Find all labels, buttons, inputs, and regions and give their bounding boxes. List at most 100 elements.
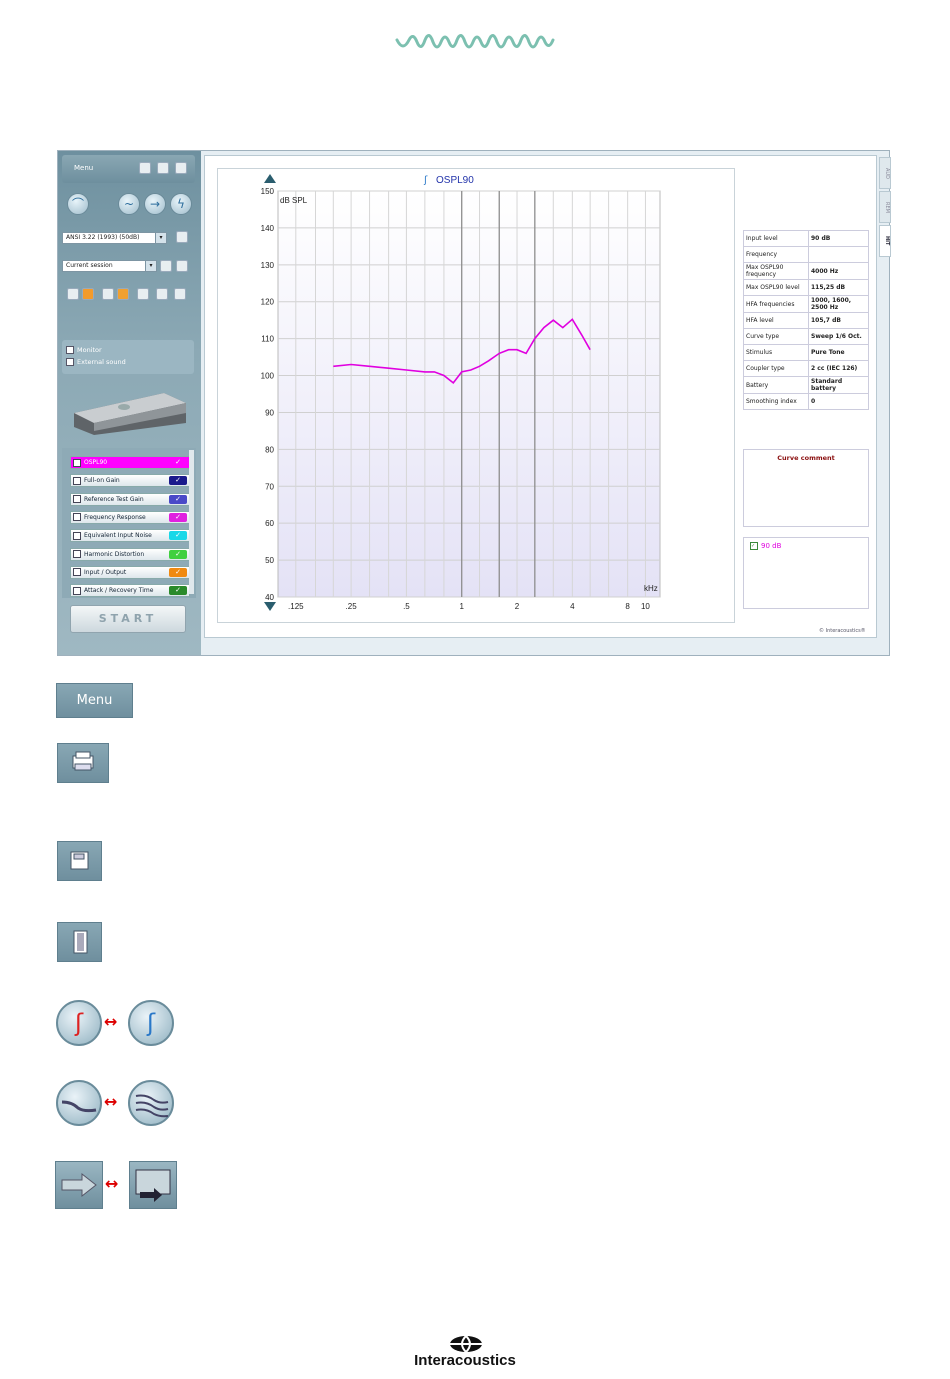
y-tick-label: 40	[265, 593, 274, 602]
lightning-icon[interactable]: ϟ	[170, 193, 192, 215]
measurement-label: Input / Output	[84, 568, 127, 576]
x-tick-label: 2	[515, 602, 520, 611]
menu-label[interactable]: Menu	[74, 164, 93, 172]
measurement-color-swatch: ✓	[169, 531, 187, 541]
info-key: HFA level	[743, 312, 809, 329]
measurement-checkbox[interactable]	[73, 550, 81, 558]
info-row: Coupler type 2 cc (IEC 126)	[743, 360, 869, 377]
grid-icon[interactable]	[174, 288, 186, 300]
info-row: Stimulus Pure Tone	[743, 344, 869, 361]
menu-button-icon: Menu	[56, 683, 133, 718]
view-icon-3[interactable]	[102, 288, 114, 300]
measurement-item[interactable]: Full-on Gain ✓	[70, 474, 190, 488]
print-icon[interactable]	[139, 162, 151, 174]
measurement-checkbox[interactable]	[73, 495, 81, 504]
measurement-checkbox[interactable]	[73, 531, 81, 540]
measurement-list: OSPL90 ✓ Full-on Gain ✓ Reference Test Gain ✓…	[62, 448, 196, 598]
x-tick-label: 8	[625, 602, 630, 611]
measurement-item[interactable]: Equivalent Input Noise ✓	[70, 529, 190, 543]
info-row: HFA level 105,7 dB	[743, 312, 869, 329]
tab-rem[interactable]: REM	[879, 191, 891, 223]
info-row: Smoothing index 0	[743, 393, 869, 410]
switch-arrow-icon: ↔	[104, 1012, 118, 1031]
measurement-checkbox[interactable]	[73, 586, 81, 595]
info-value: Sweep 1/6 Oct.	[808, 328, 869, 345]
session-add-icon[interactable]	[160, 260, 172, 272]
monitor-box: Monitor External sound	[62, 340, 194, 374]
scroll-down-icon	[264, 602, 276, 611]
y-tick-label: 130	[261, 261, 275, 270]
start-button[interactable]: START	[70, 605, 186, 633]
save-icon[interactable]	[157, 162, 169, 174]
protocol-select[interactable]: ANSI 3.22 (1993) (50dB) ▾	[62, 232, 167, 244]
measurement-checkbox[interactable]	[73, 458, 81, 467]
measurement-item[interactable]: Input / Output ✓	[70, 565, 190, 579]
legend-entry[interactable]: ✓ 90 dB	[750, 542, 868, 550]
measurement-label: Full-on Gain	[84, 477, 120, 485]
view-icon-6[interactable]	[156, 288, 168, 300]
save-icon	[57, 841, 102, 881]
measurement-item[interactable]: Harmonic Distortion ✓	[70, 547, 190, 561]
info-key: Max OSPL90 frequency	[743, 262, 809, 280]
x-tick-label: .5	[403, 602, 410, 611]
y-tick-label: 100	[261, 372, 275, 381]
y-tick-label: 70	[265, 482, 274, 491]
info-key: Curve type	[743, 328, 809, 345]
print-icon	[57, 743, 109, 783]
measurement-item[interactable]: Frequency Response ✓	[70, 510, 190, 524]
copyright-text: © Interacoustics®	[819, 628, 866, 634]
exit-icon[interactable]	[175, 162, 187, 174]
measurement-item[interactable]: OSPL90 ✓	[70, 456, 190, 469]
single-curve-icon	[56, 1080, 102, 1126]
settings-icon[interactable]	[176, 231, 188, 243]
curve-comment-label: Curve comment	[777, 454, 835, 462]
measurement-checkbox[interactable]	[73, 513, 81, 522]
y-axis-label: dB SPL	[280, 196, 308, 205]
multi-curve-icon	[128, 1080, 174, 1126]
monitor-checkbox[interactable]: Monitor	[66, 346, 102, 354]
measurement-item[interactable]: Attack / Recovery Time ✓	[70, 584, 190, 598]
y-tick-label: 120	[261, 298, 275, 307]
measurement-label: Frequency Response	[84, 513, 146, 521]
measurement-label: Attack / Recovery Time	[84, 587, 154, 595]
left-panel: Menu ⌒ ~ → ϟ ANSI 3.22 (1993) (50dB) ▾ Cu…	[58, 151, 201, 655]
measurement-label: OSPL90	[84, 459, 108, 466]
view-icon-5[interactable]	[137, 288, 149, 300]
scrollbar[interactable]	[189, 450, 194, 594]
tone-icon[interactable]: ~	[118, 193, 140, 215]
external-sound-checkbox[interactable]: External sound	[66, 358, 126, 366]
ear-icon[interactable]: ⌒	[67, 193, 89, 215]
view-icon-2[interactable]	[82, 288, 94, 300]
measurement-color-swatch: ✓	[169, 549, 187, 559]
info-table: Input level 90 dB Frequency Max OSPL90 freq…	[743, 230, 869, 410]
info-value	[808, 246, 869, 263]
measurement-item[interactable]: Reference Test Gain ✓	[70, 492, 190, 506]
measurement-checkbox[interactable]	[73, 476, 81, 485]
session-remove-icon[interactable]	[176, 260, 188, 272]
measurement-label: Reference Test Gain	[84, 495, 144, 503]
switch-arrow-icon-2: ↔	[104, 1092, 118, 1111]
measurement-checkbox[interactable]	[73, 568, 81, 577]
brand-name: Interacoustics	[414, 1352, 516, 1369]
info-value: 105,7 dB	[808, 312, 869, 329]
y-tick-label: 60	[265, 519, 274, 528]
view-icon-4[interactable]	[117, 288, 129, 300]
view-icon-1[interactable]	[67, 288, 79, 300]
arrow-right-icon[interactable]: →	[144, 193, 166, 215]
info-key: Coupler type	[743, 360, 809, 377]
switch-arrow-icon-3: ↔	[105, 1174, 119, 1193]
tab-hit[interactable]: HIT	[879, 225, 891, 257]
y-tick-label: 50	[265, 556, 274, 565]
curve-comment-box[interactable]: Curve comment	[743, 449, 869, 527]
legend-box: ✓ 90 dB	[743, 537, 869, 609]
ear-icon: ʃ	[423, 175, 428, 186]
session-select[interactable]: Current session ▾	[62, 260, 157, 272]
info-row: Curve type Sweep 1/6 Oct.	[743, 328, 869, 345]
x-axis-label: kHz	[644, 584, 658, 593]
info-value: 1000, 1600, 2500 Hz	[808, 295, 869, 313]
y-tick-label: 80	[265, 445, 274, 454]
measurement-color-swatch: ✓	[169, 512, 187, 522]
x-tick-label: 10	[641, 602, 650, 611]
tab-aud[interactable]: AUD	[879, 157, 891, 189]
info-key: Frequency	[743, 246, 809, 263]
